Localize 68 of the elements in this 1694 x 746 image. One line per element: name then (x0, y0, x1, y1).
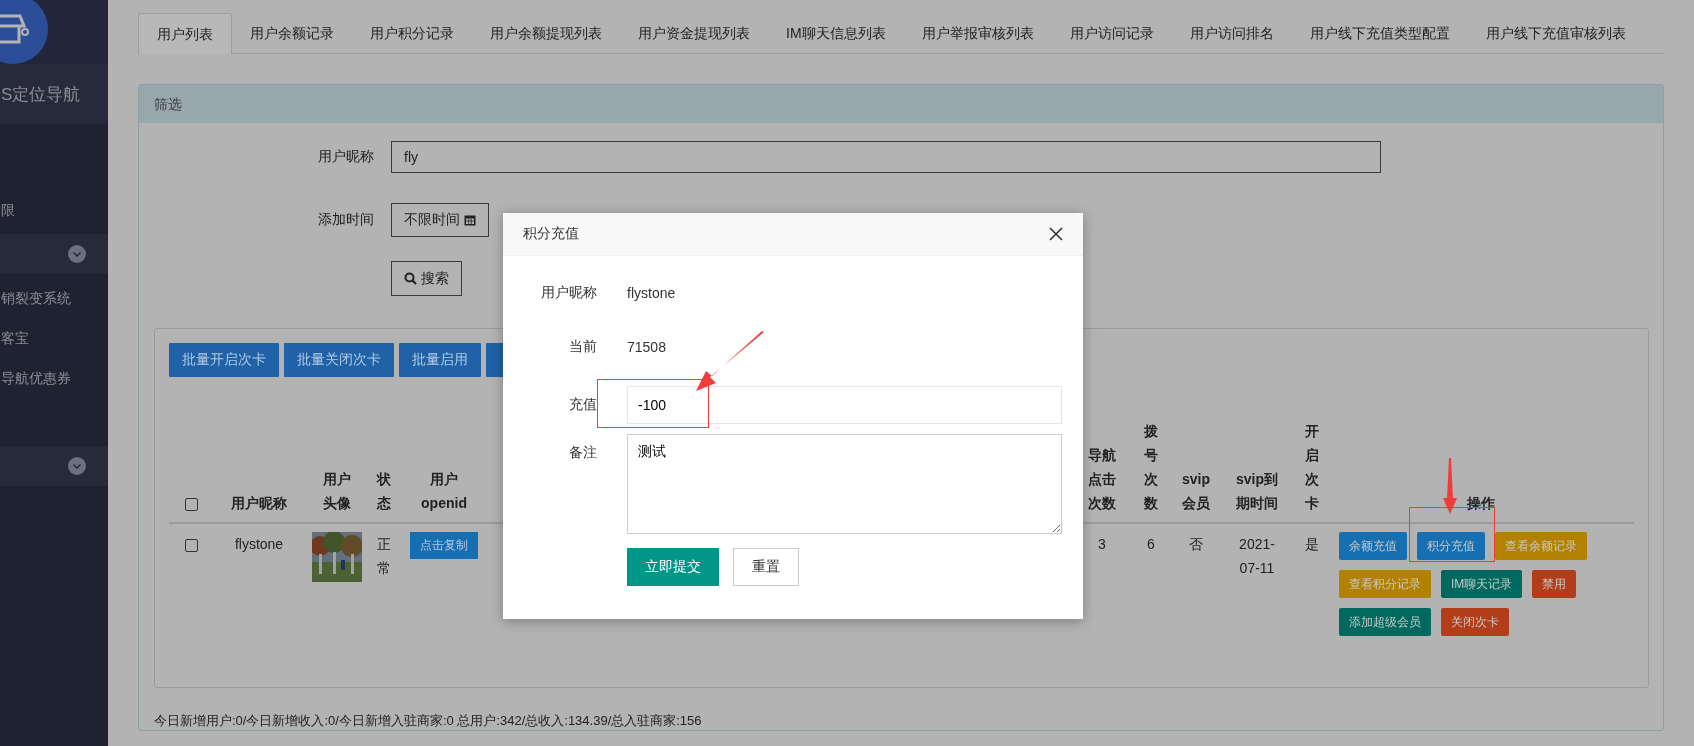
table-cell: 3 (1098, 536, 1106, 552)
nickname-input[interactable]: fly (391, 141, 1381, 173)
column-header: 拨号次数 (1143, 422, 1159, 513)
calendar-icon (464, 214, 476, 226)
field-label: 用户昵称 (317, 148, 375, 166)
tab[interactable]: IM聊天信息列表 (768, 13, 904, 53)
submit-button[interactable]: 立即提交 (627, 548, 719, 586)
action-button[interactable]: 添加超级会员 (1339, 608, 1431, 636)
tab[interactable]: 用户余额提现列表 (472, 13, 620, 53)
chevron-down-icon (68, 245, 86, 263)
column-header: 开启次卡 (1304, 422, 1320, 513)
reset-button[interactable]: 重置 (733, 548, 799, 586)
column-header: 导航点击次数 (1087, 446, 1117, 513)
column-header: svip会员 (1181, 470, 1211, 513)
action-button[interactable]: 禁用 (1532, 570, 1577, 598)
column-header: 用户头像 (321, 470, 352, 513)
modal-title: 积分充值 (523, 225, 579, 243)
note-textarea[interactable]: 测试 (627, 434, 1062, 534)
date-picker[interactable]: 不限时间 (391, 203, 489, 237)
table-cell-text: 正常 (376, 535, 392, 578)
sidebar-group[interactable] (0, 446, 108, 486)
tab[interactable]: 用户线下充值类型配置 (1291, 13, 1468, 53)
action-button[interactable]: IM聊天记录 (1441, 570, 1523, 598)
tab[interactable]: 用户列表 (138, 13, 232, 55)
sidebar-item[interactable]: 限 (1, 190, 108, 230)
table-cell: 是 (1305, 536, 1319, 552)
amount-input[interactable]: -100 (627, 386, 1062, 424)
column-header: 状态 (376, 470, 392, 513)
chevron-down-icon (68, 457, 86, 475)
sidebar-item[interactable]: 导航优惠券 (1, 358, 108, 398)
table-cell: 否 (1189, 536, 1203, 552)
search-icon (404, 272, 417, 285)
arrow (696, 331, 766, 393)
tab[interactable]: 用户访问记录 (1051, 13, 1172, 53)
batch-button[interactable]: 批量关闭次卡 (284, 343, 394, 377)
field-label: 添加时间 (317, 211, 375, 229)
table-cell: 6 (1147, 536, 1155, 552)
tab[interactable]: 用户举报审核列表 (903, 13, 1052, 53)
tab[interactable]: 用户线下充值审核列表 (1467, 13, 1644, 53)
action-button[interactable]: 关闭次卡 (1441, 608, 1509, 636)
search-button[interactable]: 搜索 (391, 261, 462, 296)
column-header: 用户openid (420, 470, 468, 513)
statistics-text: 今日新增用户:0/今日新增收入:0/今日新增入驻商家:0 总用户:342/总收入:134.39/总入驻商家:156 (154, 712, 703, 730)
table-cell: flystone (234, 536, 284, 552)
table-cell-text: 2021-07-11 (1238, 535, 1276, 578)
checkbox[interactable] (185, 538, 198, 552)
tab[interactable]: 用户余额记录 (232, 13, 352, 53)
field-value: flystone (627, 285, 676, 301)
sidebar-item[interactable]: 客宝 (1, 318, 108, 358)
tab[interactable]: 用户积分记录 (352, 13, 472, 53)
close-icon[interactable] (1049, 227, 1063, 241)
field-label: 用户昵称 (540, 284, 598, 302)
batch-button[interactable]: 批量启用 (399, 343, 481, 377)
tab[interactable]: 用户资金提现列表 (620, 13, 768, 53)
field-label: 当前 (568, 338, 598, 356)
column-header: 用户昵称 (231, 494, 287, 513)
field-value: 71508 (627, 339, 666, 355)
column-header: svip到期时间 (1235, 470, 1279, 513)
sidebar-group[interactable] (0, 234, 108, 274)
field-label: 备注 (568, 443, 598, 462)
tab[interactable]: 用户访问排名 (1171, 13, 1292, 53)
batch-button[interactable]: 批量开启次卡 (169, 343, 279, 377)
sidebar-item[interactable]: 销裂变系统 (1, 278, 108, 318)
checkbox[interactable] (185, 497, 198, 511)
field-label: 充值 (568, 396, 598, 414)
brand-title: S定位导航 (1, 83, 81, 106)
panel-title: 筛选 (154, 96, 182, 112)
arrow (1443, 458, 1457, 514)
